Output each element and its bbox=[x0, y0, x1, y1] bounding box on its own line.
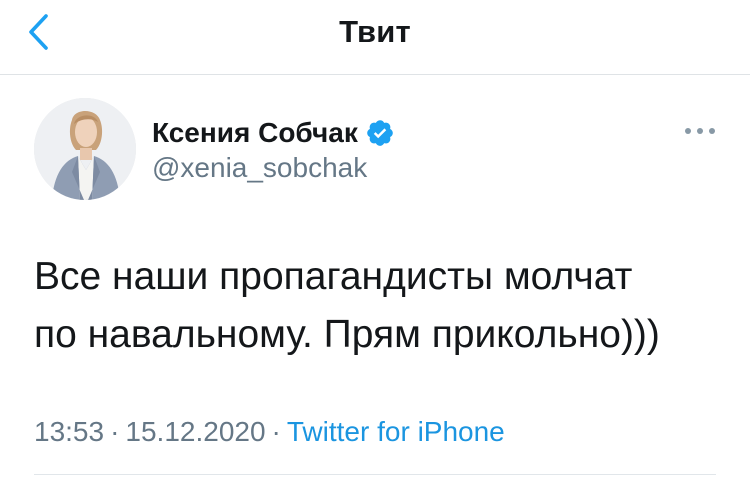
more-options-button[interactable] bbox=[680, 118, 720, 144]
tweet-text: Все наши пропагандисты молчат по навальн… bbox=[34, 255, 660, 356]
author-avatar[interactable] bbox=[34, 98, 136, 200]
tweet-metadata: 13:53 · 15.12.2020 · Twitter for iPhone bbox=[34, 416, 505, 448]
author-name[interactable]: Ксения Собчак bbox=[152, 117, 358, 149]
divider bbox=[34, 474, 716, 475]
tweet-detail-screen: Твит Ксения Собчак @xenia_sobchak Все на… bbox=[0, 0, 750, 480]
tweet-source-link[interactable]: Twitter for iPhone bbox=[287, 416, 505, 447]
top-navigation-bar: Твит bbox=[0, 0, 750, 75]
meta-separator: · bbox=[110, 416, 120, 447]
tweet-time: 13:53 bbox=[34, 416, 105, 447]
profile-photo-icon bbox=[34, 98, 136, 200]
more-horizontal-icon bbox=[685, 128, 715, 134]
author-handle[interactable]: @xenia_sobchak bbox=[152, 152, 367, 184]
page-title: Твит bbox=[339, 14, 411, 49]
author-name-row: Ксения Собчак bbox=[152, 115, 395, 151]
verified-badge-icon bbox=[365, 118, 395, 148]
meta-separator: · bbox=[271, 416, 281, 447]
tweet-date: 15.12.2020 bbox=[125, 416, 266, 447]
